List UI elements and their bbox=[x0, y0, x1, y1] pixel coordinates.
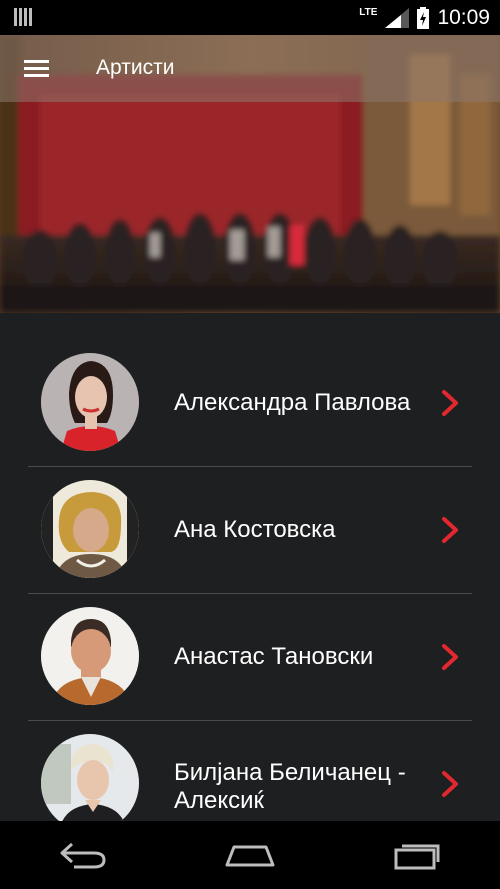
network-type-label: LTE bbox=[359, 6, 378, 18]
system-navigation-bar bbox=[0, 821, 500, 889]
list-item[interactable]: Билјана Беличанец - Алексиќ bbox=[28, 721, 472, 821]
artist-name: Александра Павлова bbox=[174, 389, 411, 416]
recent-apps-icon[interactable] bbox=[392, 840, 442, 870]
avatar bbox=[41, 607, 139, 705]
chevron-right-icon bbox=[442, 644, 458, 670]
list-item[interactable]: Александра Павлова bbox=[28, 340, 472, 467]
app-bar: Артисти bbox=[0, 35, 500, 102]
signal-icon bbox=[385, 8, 410, 28]
status-bar: LTE 10:09 bbox=[0, 0, 500, 35]
notification-icon bbox=[14, 8, 34, 26]
page-title: Артисти bbox=[96, 56, 175, 79]
chevron-right-icon bbox=[442, 390, 458, 416]
list-item[interactable]: Анастас Тановски bbox=[28, 594, 472, 721]
avatar bbox=[41, 734, 139, 821]
avatar bbox=[41, 353, 139, 451]
artist-name: Ана Костовска bbox=[174, 516, 336, 543]
clock: 10:09 bbox=[437, 6, 490, 29]
battery-icon bbox=[417, 7, 430, 29]
home-icon[interactable] bbox=[224, 841, 276, 869]
hamburger-menu-icon[interactable] bbox=[24, 60, 49, 78]
avatar bbox=[41, 480, 139, 578]
chevron-right-icon bbox=[442, 771, 458, 797]
chevron-right-icon bbox=[442, 517, 458, 543]
back-icon[interactable] bbox=[58, 840, 108, 870]
artist-name: Анастас Тановски bbox=[174, 643, 374, 670]
artist-list[interactable]: Александра Павлова Ана Костовска Анастас… bbox=[0, 313, 500, 821]
artist-name: Билјана Беличанец - Алексиќ bbox=[174, 759, 406, 814]
list-item[interactable]: Ана Костовска bbox=[28, 467, 472, 594]
